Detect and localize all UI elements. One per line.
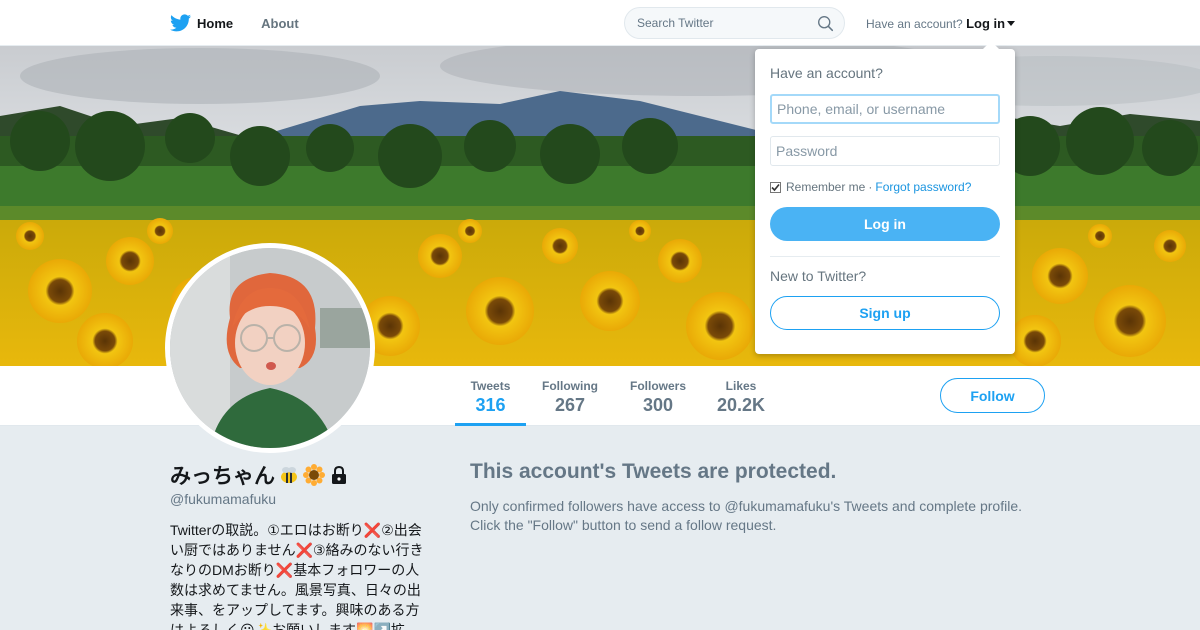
- remember-checkbox[interactable]: [770, 181, 781, 193]
- stat-likes-label: Likes: [725, 379, 757, 393]
- protected-text: Only confirmed followers have access to …: [470, 498, 1022, 533]
- lock-icon: [332, 465, 346, 484]
- search-box: [624, 7, 845, 39]
- remember-separator: ·: [868, 180, 873, 194]
- nav-left: Home About: [170, 0, 327, 46]
- profile-handle: @fukumamafuku: [170, 491, 277, 507]
- login-button[interactable]: Log in: [770, 207, 1000, 241]
- stat-followers-label: Followers: [629, 379, 686, 393]
- follow-button[interactable]: Follow: [940, 378, 1045, 413]
- login-dropdown: Have an account? Remember me · Forgot pa…: [755, 41, 1015, 354]
- stat-likes-value: 20.2K: [716, 395, 766, 415]
- bee-emoji-icon: [281, 467, 297, 483]
- profile-bio: Twitterの取説。①エロはお断り❌②出会い厨ではありません❌③絡みのない行き…: [170, 522, 424, 630]
- twitter-bird-icon: [170, 14, 191, 32]
- nav-home-link[interactable]: Home: [170, 14, 233, 32]
- stat-tweets-value: 316: [475, 395, 506, 415]
- search-input[interactable]: [637, 16, 807, 30]
- signup-button[interactable]: Sign up: [770, 296, 1000, 330]
- nav-home-label: Home: [197, 15, 234, 31]
- stat-tweets-label: Tweets: [470, 379, 511, 393]
- stat-followers-value: 300: [642, 395, 674, 415]
- password-field[interactable]: [770, 136, 1000, 166]
- stat-following[interactable]: Following 267: [535, 366, 605, 426]
- forgot-password-link[interactable]: Forgot password?: [875, 180, 971, 194]
- nav-about-link[interactable]: About: [261, 16, 299, 31]
- login-dropdown-toggle[interactable]: Have an account? Log in: [866, 16, 1016, 31]
- nav-about-label: About: [261, 15, 299, 31]
- avatar-image: [170, 248, 370, 448]
- stat-following-value: 267: [554, 395, 586, 415]
- stat-following-label: Following: [542, 379, 598, 393]
- remember-label: Remember me: [786, 180, 866, 194]
- stat-likes[interactable]: Likes 20.2K: [710, 366, 772, 426]
- profile-name: みっちゃん: [170, 460, 350, 490]
- stat-followers[interactable]: Followers 300: [623, 366, 693, 426]
- search-icon[interactable]: [817, 15, 834, 32]
- dropdown-divider: [770, 256, 1000, 257]
- sunflower-emoji-icon: [303, 464, 325, 486]
- protected-title: This account's Tweets are protected.: [470, 460, 837, 483]
- checkmark-icon: [771, 183, 780, 191]
- stat-tweets[interactable]: Tweets 316: [455, 366, 526, 426]
- remember-row: Remember me · Forgot password?: [770, 180, 1000, 194]
- have-account-text: Have an account?: [866, 17, 963, 31]
- profile-name-text: みっちゃん: [170, 465, 275, 488]
- chevron-down-icon: [1007, 21, 1016, 26]
- top-navigation-bar: Home About Have an account? Log in: [0, 0, 1200, 46]
- new-to-twitter-text: New to Twitter?: [770, 268, 867, 284]
- username-field[interactable]: [770, 94, 1000, 124]
- login-toggle-label: Log in: [966, 16, 1006, 31]
- avatar[interactable]: [165, 243, 375, 453]
- dropdown-heading: Have an account?: [770, 65, 883, 81]
